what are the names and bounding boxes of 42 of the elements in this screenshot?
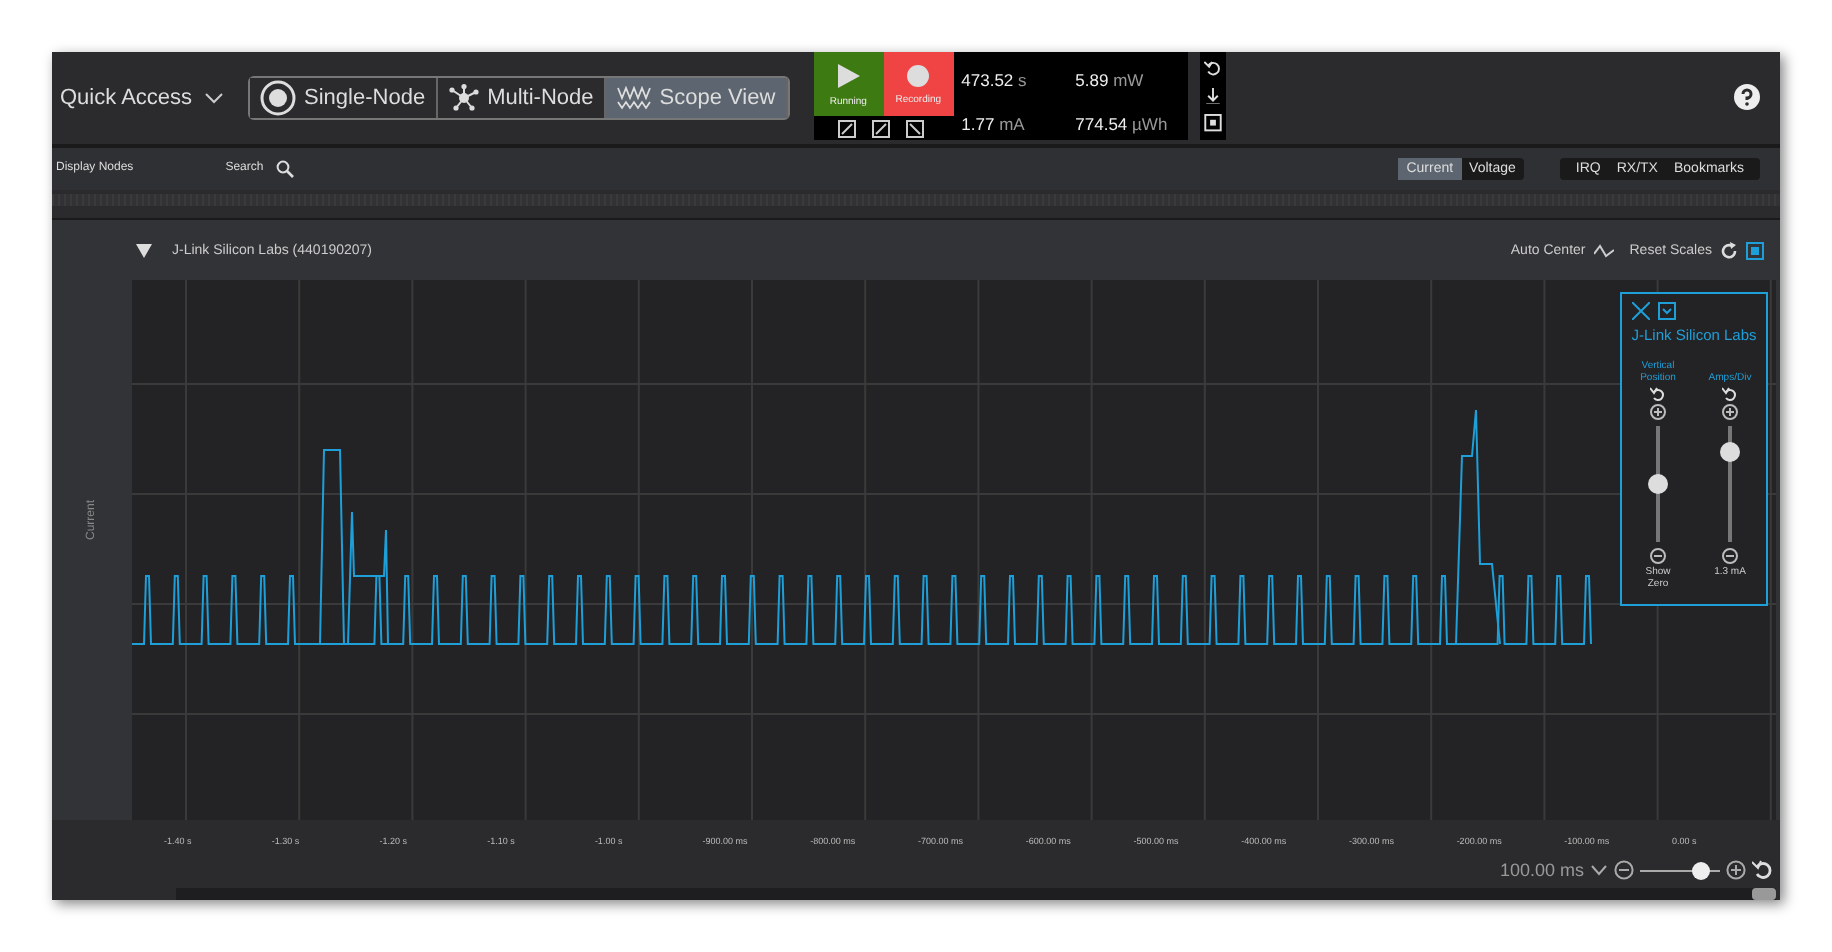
play-icon [834,61,863,89]
wave-icon [1593,243,1614,258]
network-nodes-icon [447,83,480,112]
slider-thumb[interactable] [1720,442,1740,463]
plus-icon[interactable] [1722,404,1738,421]
reset-icon[interactable] [1752,860,1772,881]
dropdown-icon[interactable] [1658,302,1676,321]
edit-icon[interactable] [871,119,890,137]
edit-icon[interactable] [837,119,856,137]
plus-icon[interactable] [1650,404,1666,421]
collapse-triangle-icon[interactable] [136,242,152,259]
close-icon[interactable] [1632,302,1650,321]
minus-icon[interactable] [1722,548,1738,565]
window-icon[interactable] [1203,114,1222,133]
reset-icon[interactable] [1722,386,1738,403]
expand-icon[interactable] [905,119,924,137]
reset-icon[interactable] [1203,60,1222,78]
quick-access-menu[interactable]: Quick Access [60,85,193,110]
view-tab[interactable]: Scope View [605,77,788,118]
waveform-icon [615,85,652,110]
chevron-down-icon[interactable] [1590,864,1608,877]
help-icon[interactable] [1734,84,1760,111]
view-tab[interactable]: Single-Node [250,77,438,118]
zoom-out-icon[interactable] [1614,860,1634,881]
record-icon [906,63,931,87]
zoom-in-icon[interactable] [1726,860,1746,881]
minus-icon[interactable] [1650,548,1666,565]
reading-value: 473.52 s [959,68,1029,94]
reading-value: 774.54 µWh [1073,112,1170,138]
slider-thumb[interactable] [1648,474,1668,495]
reading-value: 1.77 mA [959,112,1027,138]
download-icon[interactable] [1203,87,1222,105]
scrollbar-thumb[interactable] [1752,888,1776,900]
chevron-down-icon[interactable] [204,89,225,106]
reading-value: 5.89 mW [1073,68,1146,94]
search-icon[interactable] [275,159,294,178]
zoom-slider-thumb[interactable] [1692,861,1711,880]
refresh-icon[interactable] [1720,241,1738,260]
zoom-value-dropdown[interactable]: 100.00 ms [1499,860,1584,881]
radio-circle-icon [260,79,297,116]
panel-toggle-icon[interactable] [1746,241,1764,260]
reset-icon[interactable] [1650,386,1666,403]
